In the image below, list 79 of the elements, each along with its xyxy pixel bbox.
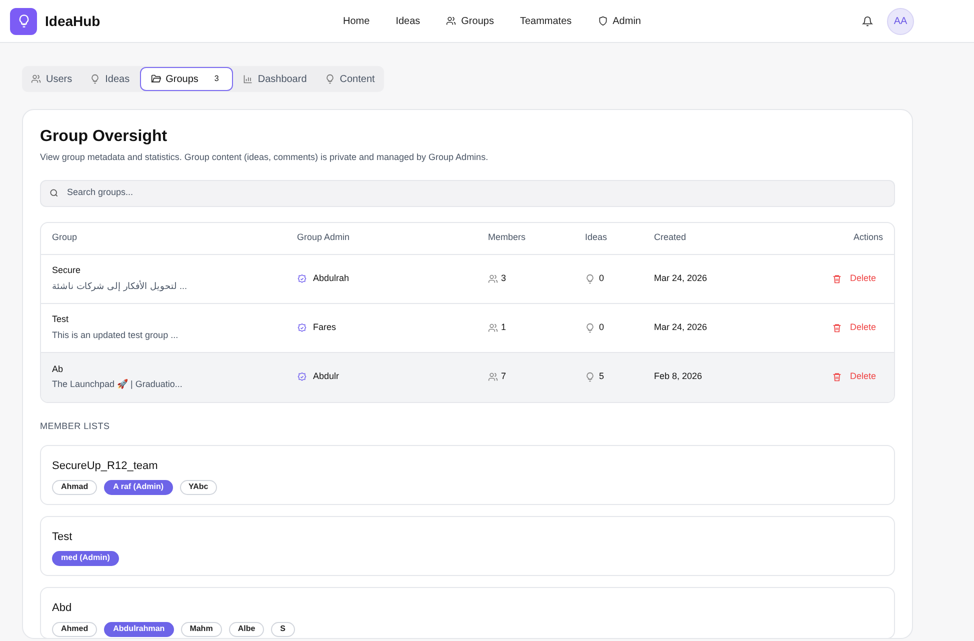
member-chip: Abdulrahman: [104, 622, 174, 636]
tab[interactable]: Ideas: [82, 67, 138, 91]
users-icon: [446, 16, 456, 26]
member-count: 1: [501, 320, 506, 334]
nav-link[interactable]: Teammates: [520, 14, 572, 28]
bar-chart-icon: [242, 74, 253, 84]
admin-name: Abdulrah: [313, 272, 350, 285]
member-chip: YAbc: [180, 480, 218, 494]
created-date: Mar 24, 2026: [654, 272, 708, 285]
column-header: Group: [52, 231, 78, 244]
shield-icon: [598, 16, 608, 26]
created-date: Mar 24, 2026: [654, 320, 708, 334]
table-row[interactable]: Test This is an updated test group ... Fares 1 0 Mar 24, 2026 Delete: [41, 304, 894, 352]
search-input[interactable]: Search groups...: [67, 186, 886, 200]
column-header: Created: [654, 231, 688, 244]
lightbulb-icon: [585, 274, 595, 284]
column-header: Actions: [852, 231, 883, 244]
verified-badge-icon: [297, 322, 307, 332]
group-name: Ab: [52, 362, 64, 376]
users-icon: [31, 74, 41, 84]
idea-count: 0: [599, 272, 604, 285]
lightbulb-icon: [324, 74, 335, 84]
admin-name: Fares: [313, 320, 336, 334]
created-date: Feb 8, 2026: [654, 370, 704, 384]
idea-count: 0: [599, 320, 604, 334]
trash-icon: [832, 322, 842, 332]
idea-count: 5: [599, 370, 604, 384]
group-name: Abd: [52, 601, 73, 616]
admin-name: Abdulr: [313, 370, 340, 384]
lightbulb-icon: [90, 74, 100, 84]
tab[interactable]: Dashboard: [234, 67, 315, 91]
member-chip: Mahm: [180, 622, 222, 636]
panel-title: Group Oversight: [40, 127, 168, 147]
delete-button[interactable]: Delete: [832, 320, 876, 334]
member-chip: A raf (Admin): [104, 480, 172, 494]
member-count: 3: [501, 272, 506, 285]
column-header: Members: [488, 231, 527, 244]
member-count: 7: [501, 370, 506, 384]
member-chip: med (Admin): [52, 550, 119, 566]
trash-icon: [832, 372, 842, 382]
tab[interactable]: Users: [23, 67, 80, 91]
group-description: لتحويل الأفكار إلى شركات ناشئة ...: [52, 280, 188, 293]
column-header: Group Admin: [297, 231, 351, 244]
nav-link[interactable]: Admin: [598, 14, 641, 28]
table-row[interactable]: Ab The Launchpad 🚀 | Graduatio... Abdulr 7 5 Feb 8, 2026 Delete: [41, 352, 894, 402]
panel-subtitle: View group metadata and statistics. Group content (ideas, comments) is private and managed by Group Admins.: [40, 151, 490, 164]
app-name: IdeaHub: [45, 12, 100, 30]
logo-icon: [10, 8, 37, 34]
search-field[interactable]: Search groups...: [40, 180, 895, 206]
lightbulb-icon: [585, 322, 595, 332]
group-description: The Launchpad 🚀 | Graduatio...: [52, 378, 184, 391]
group-name: Test: [52, 530, 74, 545]
nav-link[interactable]: Groups: [446, 14, 494, 28]
users-icon: [488, 274, 498, 284]
trash-icon: [832, 274, 842, 284]
tab[interactable]: Content: [316, 67, 383, 91]
search-icon: [49, 188, 59, 198]
group-description: This is an updated test group ...: [52, 328, 180, 342]
member-chip: Albe: [228, 622, 264, 636]
user-avatar[interactable]: AA: [887, 8, 914, 34]
column-header: Ideas: [585, 231, 608, 244]
group-name: SecureUp_R12_team: [52, 459, 159, 474]
users-icon: [488, 322, 498, 332]
member-chip: Ahmad: [52, 480, 98, 494]
tab[interactable]: Groups 3: [140, 67, 233, 91]
verified-badge-icon: [297, 372, 307, 382]
section-heading: MEMBER LISTS: [40, 420, 111, 432]
nav-link[interactable]: Ideas: [396, 14, 420, 28]
nav-link[interactable]: Home: [343, 14, 370, 28]
group-name: Test: [52, 313, 70, 326]
folder-icon: [150, 74, 161, 84]
group-name: Secure: [52, 264, 82, 277]
users-icon: [488, 372, 498, 382]
notification-bell-icon[interactable]: [862, 16, 873, 26]
member-chip: S: [271, 622, 294, 636]
member-chip: Ahmed: [52, 622, 98, 636]
verified-badge-icon: [297, 274, 307, 284]
delete-button[interactable]: Delete: [832, 272, 876, 286]
lightbulb-icon: [585, 372, 595, 382]
